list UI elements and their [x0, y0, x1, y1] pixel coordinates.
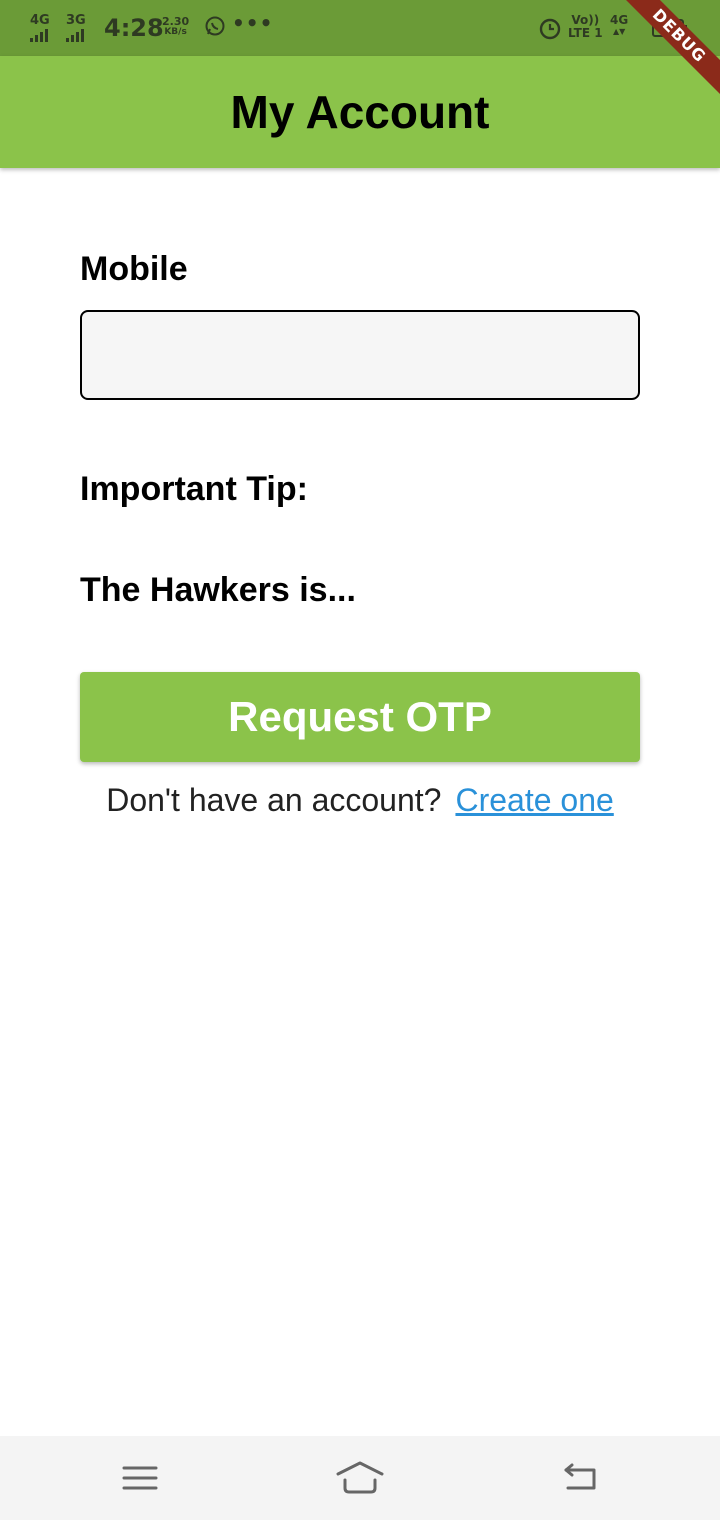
speed-value: 2.30	[162, 15, 190, 28]
page-title: My Account	[230, 86, 490, 138]
system-nav-bar	[0, 1436, 720, 1520]
network-4g-right-indicator: 4G ▲▼	[610, 13, 629, 36]
whatsapp-icon	[204, 15, 226, 37]
mobile-input[interactable]	[80, 310, 640, 400]
home-icon[interactable]	[330, 1454, 390, 1502]
network-speed: 2.30 KB/s	[162, 16, 189, 38]
menu-icon[interactable]	[110, 1454, 170, 1502]
create-account-link[interactable]: Create one	[455, 782, 613, 819]
signup-prompt: Don't have an account?	[106, 782, 442, 818]
more-notifications-icon: •••	[232, 11, 274, 35]
back-icon[interactable]	[550, 1454, 610, 1502]
app-bar: My Account	[0, 56, 720, 168]
screen: 4G 3G 4:28 2.30 KB/s ••• Vo)) LTE 1 4G ▲…	[0, 0, 720, 1520]
status-bar: 4G 3G 4:28 2.30 KB/s ••• Vo)) LTE 1 4G ▲…	[0, 0, 720, 56]
status-time: 4:28	[104, 14, 164, 42]
request-otp-button[interactable]: Request OTP	[80, 672, 640, 762]
important-tip-label: Important Tip:	[80, 470, 308, 508]
volte-indicator: Vo)) LTE 1	[568, 13, 603, 40]
signup-row: Don't have an account? Create one	[0, 782, 720, 819]
network-4g-indicator: 4G	[30, 14, 50, 42]
signal-icon	[66, 29, 84, 42]
mobile-label: Mobile	[80, 250, 188, 288]
signal-icon	[30, 29, 48, 42]
tip-text: The Hawkers is...	[80, 571, 356, 609]
network-3g-indicator: 3G	[66, 14, 86, 42]
speed-unit: KB/s	[164, 27, 187, 37]
alarm-icon	[538, 16, 562, 40]
